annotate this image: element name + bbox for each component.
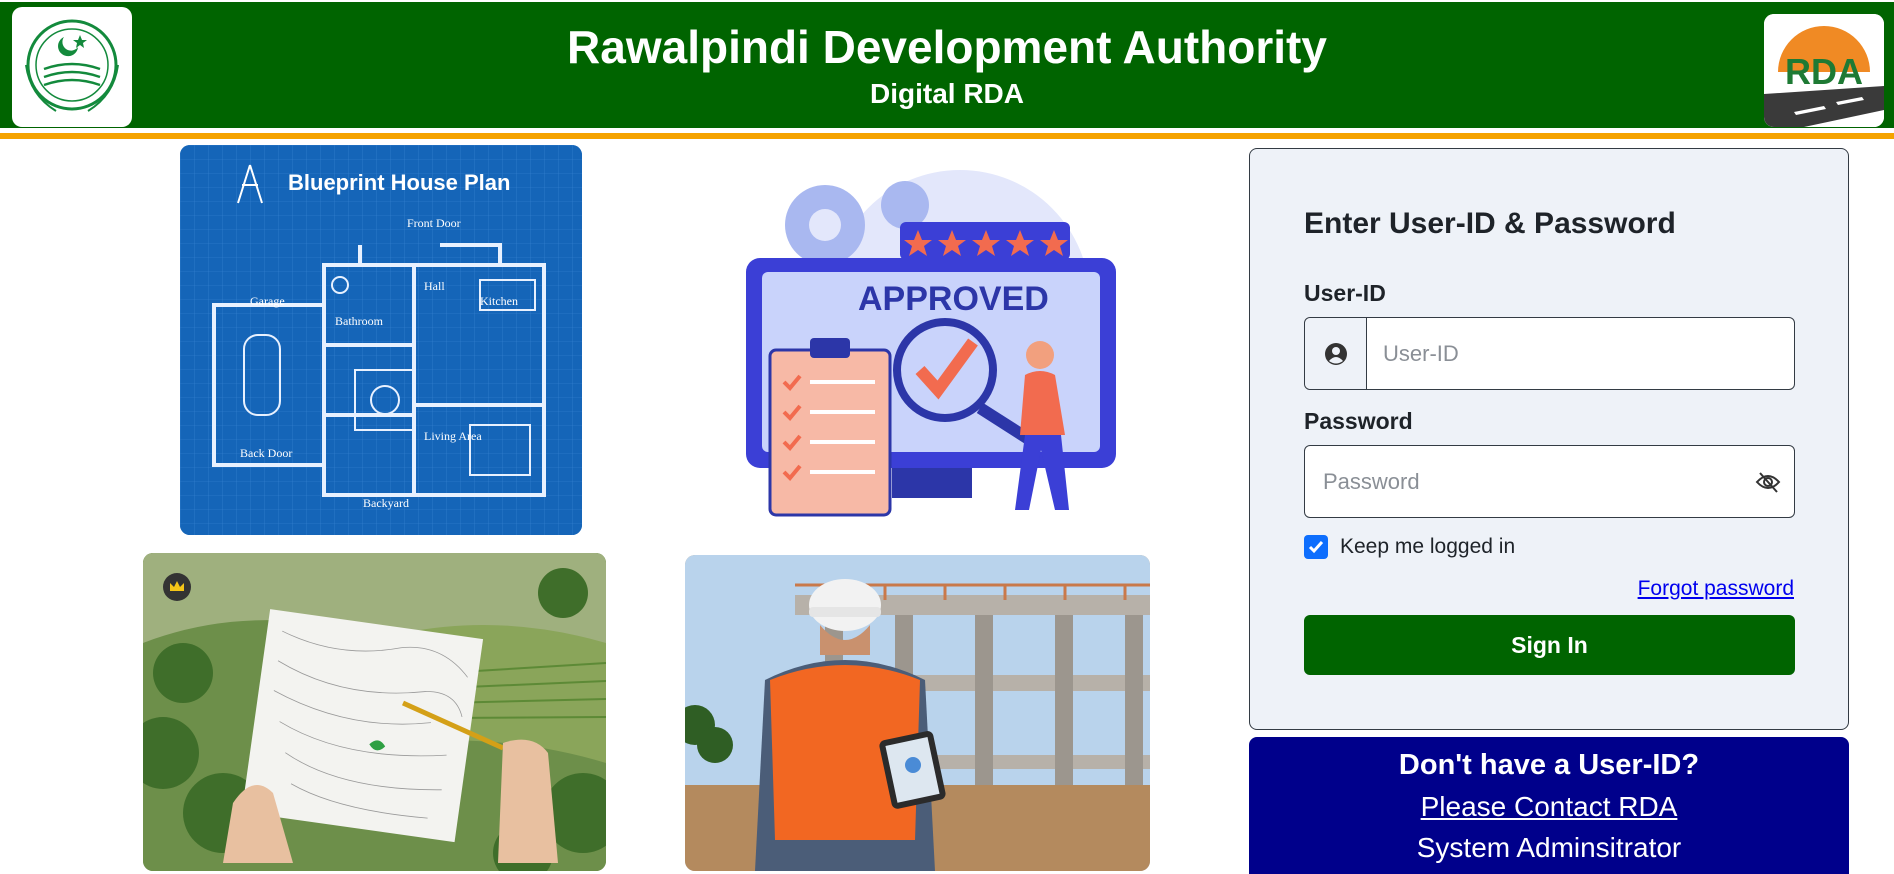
land-map-photo-image	[143, 553, 606, 871]
rda-logo: RDA	[1764, 14, 1884, 127]
sign-in-button[interactable]: Sign In	[1304, 615, 1795, 675]
site-engineer-photo-image	[685, 555, 1150, 871]
userid-label: User-ID	[1304, 280, 1386, 306]
rda-logo-text: RDA	[1785, 51, 1863, 92]
keep-logged-in-checkbox[interactable]	[1304, 535, 1328, 559]
blueprint-house-plan-image: Blueprint House Plan Front Door Garage H…	[180, 145, 582, 535]
approved-text: APPROVED	[858, 280, 1049, 318]
page-subtitle: Digital RDA	[870, 78, 1024, 109]
password-label: Password	[1304, 408, 1413, 434]
checkmark-icon	[1308, 541, 1324, 554]
contact-subtitle: System Adminsitrator	[1416, 832, 1682, 863]
blueprint-label-garage: Garage	[250, 294, 285, 308]
password-input[interactable]	[1323, 446, 1743, 517]
contact-rda-link[interactable]: Please Contact RDA	[1249, 791, 1849, 823]
user-circle-icon	[1324, 342, 1347, 365]
userid-input[interactable]	[1383, 318, 1783, 389]
userid-addon	[1305, 318, 1367, 389]
login-heading: Enter User-ID & Password	[1304, 207, 1676, 240]
keep-logged-in-label[interactable]: Keep me logged in	[1340, 535, 1515, 559]
page-title: Rawalpindi Development Authority	[567, 21, 1327, 73]
blueprint-label-back-door: Back Door	[240, 446, 292, 460]
site-header: Rawalpindi Development Authority Digital…	[0, 0, 1894, 128]
blueprint-label-bathroom: Bathroom	[335, 314, 384, 328]
forgot-password-link[interactable]: Forgot password	[1638, 577, 1794, 601]
toggle-password-visibility[interactable]	[1754, 468, 1782, 496]
blueprint-label-kitchen: Kitchen	[480, 294, 518, 308]
password-input-group	[1304, 445, 1795, 518]
contact-title: Don't have a User-ID?	[1398, 749, 1700, 781]
blueprint-title: Blueprint House Plan	[288, 170, 510, 195]
eye-slash-icon	[1755, 472, 1781, 493]
login-card: Enter User-ID & Password User-ID Passwor…	[1249, 148, 1849, 730]
approved-illustration-image: APPROVED	[740, 150, 1120, 520]
userid-input-group	[1304, 317, 1795, 390]
contact-admin-panel: Don't have a User-ID? Please Contact RDA…	[1249, 737, 1849, 874]
blueprint-label-living-area: Living Area	[424, 429, 482, 443]
header-divider-orange	[0, 133, 1894, 139]
blueprint-label-hall: Hall	[424, 279, 445, 293]
blueprint-label-backyard: Backyard	[363, 496, 409, 510]
blueprint-label-front-door: Front Door	[407, 216, 461, 230]
